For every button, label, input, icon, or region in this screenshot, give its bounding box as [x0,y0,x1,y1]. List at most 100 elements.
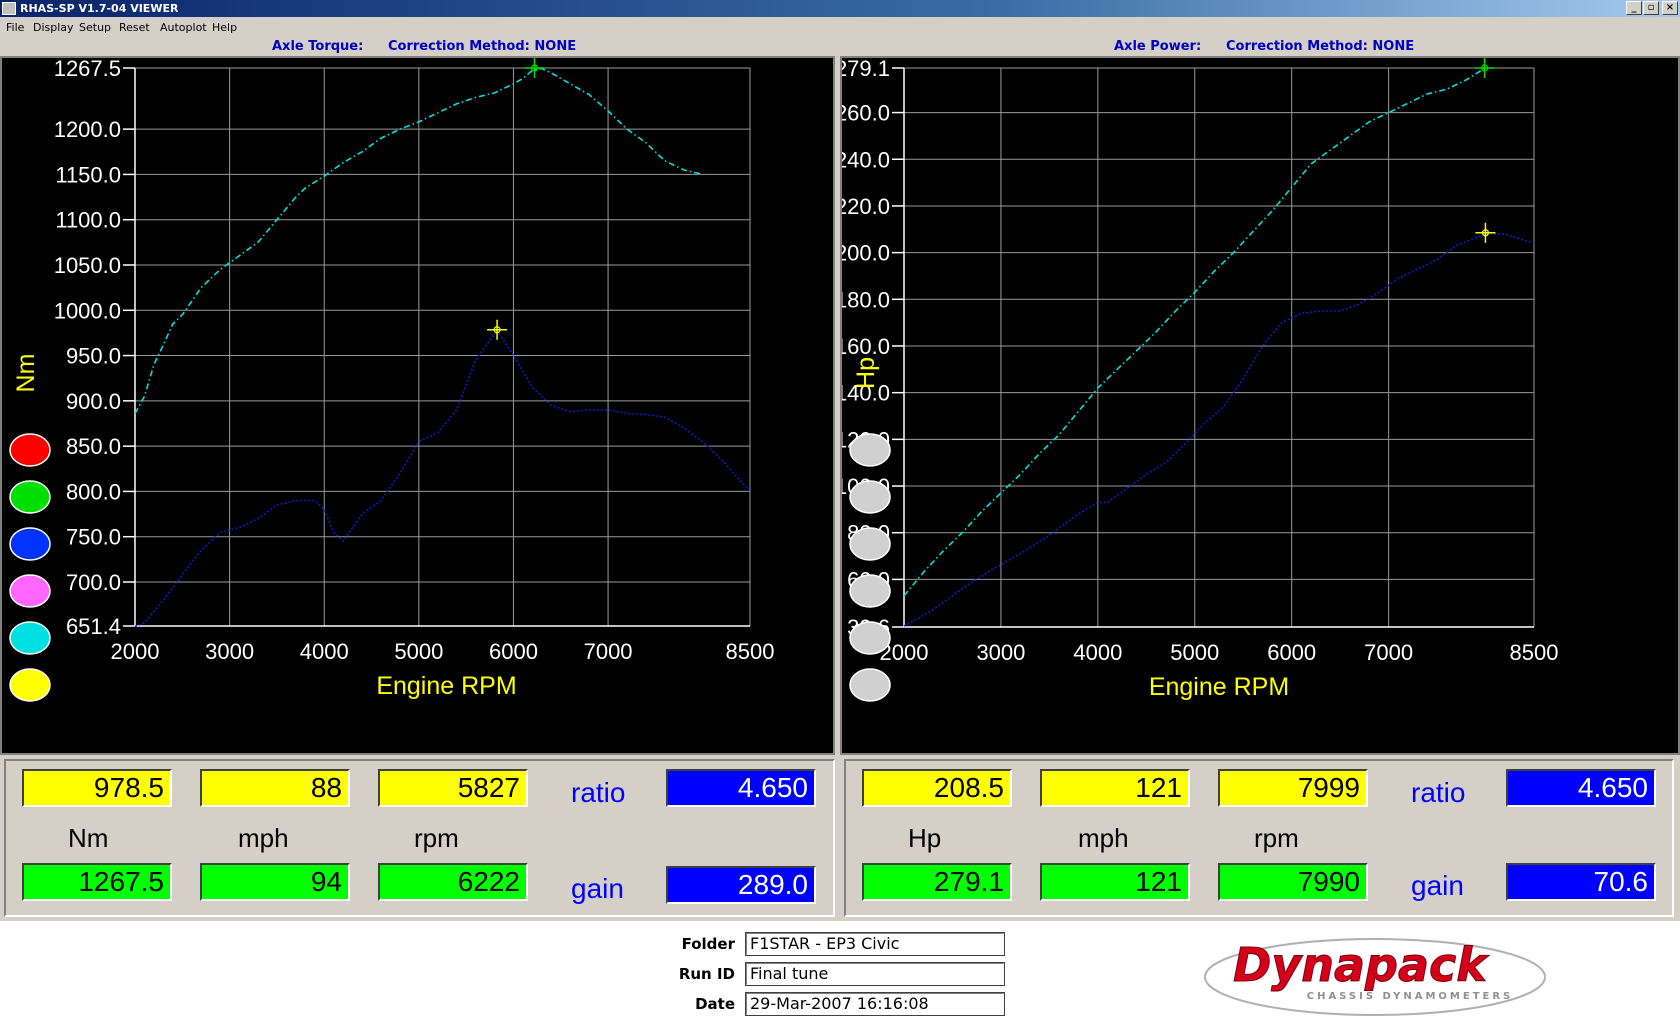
y-tick-label: 200.0 [842,241,890,266]
torque-correction-label: Correction Method: NONE [388,39,577,54]
power-mph-label: mph [1078,823,1129,853]
y-tick-label: 1150.0 [55,162,121,187]
x-tick-label: 7000 [584,639,633,664]
legend-button[interactable] [9,433,51,467]
menu-display[interactable]: Display [33,17,74,38]
x-tick-label: 7000 [1364,640,1413,665]
power-current-rpm: 7999 [1218,769,1368,807]
minimize-button[interactable]: _ [1626,1,1642,15]
menu-help[interactable]: Help [212,17,237,38]
y-tick-label: 240.0 [842,147,890,172]
y-axis-label: Hp [852,357,880,389]
legend-button[interactable] [849,527,891,561]
power-unit-label: Hp [908,823,942,853]
legend-button[interactable] [849,574,891,608]
torque-rpm-label: rpm [414,823,459,853]
x-tick-label: 5000 [1170,640,1219,665]
torque-ratio-label: ratio [571,777,626,808]
torque-current-value: 978.5 [22,769,172,807]
y-tick-label: 1000.0 [54,298,121,323]
y-tick-label: 950.0 [66,344,121,369]
x-tick-label: 4000 [300,639,349,664]
menu-bar: File Display Setup Reset Autoplot Help [0,17,1680,38]
x-tick-label: 2000 [111,639,160,664]
torque-gain-value: 289.0 [666,866,816,904]
x-tick-label: 4000 [1073,640,1122,665]
legend-button[interactable] [9,574,51,608]
x-tick-label: 3000 [976,640,1025,665]
date-field[interactable]: 29-Mar-2007 16:16:08 [745,992,1005,1016]
y-tick-label: 260.0 [842,101,890,126]
power-rpm-label: rpm [1254,823,1299,853]
legend-button[interactable] [849,433,891,467]
menu-autoplot[interactable]: Autoplot [160,17,207,38]
runid-field[interactable]: Final tune [745,962,1005,986]
legend-button[interactable] [9,668,51,702]
torque-ratio-value: 4.650 [666,769,816,807]
folder-field[interactable]: F1STAR - EP3 Civic [745,932,1005,956]
y-tick-label: 700.0 [66,570,121,595]
date-label: Date [695,995,735,1013]
y-tick-label: 1200.0 [54,117,121,142]
torque-stats-panel: 978.5 88 5827 ratio 4.650 Nm mph rpm 126… [4,759,835,917]
legend-button[interactable] [849,668,891,702]
x-axis-label: Engine RPM [376,672,516,700]
x-axis-label: Engine RPM [1149,673,1289,701]
app-icon [2,2,16,15]
power-title-label: Axle Power: [1114,39,1202,54]
y-tick-label: 160.0 [842,334,890,359]
y-tick-label: 1100.0 [55,208,121,233]
torque-peak-mph: 94 [200,863,350,901]
maximize-button[interactable]: ▫ [1643,1,1659,15]
y-tick-label: 900.0 [66,389,121,414]
y-axis-label: Nm [12,354,40,393]
power-stats-panel: 208.5 121 7999 ratio 4.650 Hp mph rpm 27… [844,759,1674,917]
y-tick-label: 1050.0 [54,253,121,278]
power-chart: 200030004000500060007000850039.660.080.0… [842,58,1559,702]
torque-current-mph: 88 [200,769,350,807]
y-tick-label: 220.0 [842,194,890,219]
torque-gain-label: gain [571,873,624,904]
power-peak-rpm: 7990 [1218,863,1368,901]
x-tick-label: 3000 [205,639,254,664]
torque-current-rpm: 5827 [378,769,528,807]
y-tick-label: 750.0 [66,525,121,550]
y-tick-label: 1267.5 [54,58,121,81]
legend-button[interactable] [849,480,891,514]
close-button[interactable]: × [1662,1,1678,15]
menu-setup[interactable]: Setup [79,17,111,38]
run-info-footer: Folder F1STAR - EP3 Civic Run ID Final t… [0,921,1680,1026]
runid-label: Run ID [678,965,735,983]
x-tick-label: 8500 [1510,640,1559,665]
power-chart-panel: 200030004000500060007000850039.660.080.0… [840,56,1680,755]
logo-brand-text: Dynapack [1233,938,1489,992]
x-tick-label: 5000 [394,639,443,664]
x-tick-label: 8500 [726,639,775,664]
legend-button[interactable] [9,621,51,655]
power-current-value: 208.5 [862,769,1012,807]
torque-mph-label: mph [238,823,289,853]
y-tick-label: 279.1 [842,58,890,81]
y-tick-label: 651.4 [66,614,121,639]
power-peak-mph: 121 [1040,863,1190,901]
menu-reset[interactable]: Reset [119,17,150,38]
y-tick-label: 800.0 [66,479,121,504]
x-tick-label: 6000 [1267,640,1316,665]
menu-file[interactable]: File [6,17,24,38]
power-ratio-value: 4.650 [1506,769,1656,807]
legend-button[interactable] [9,527,51,561]
torque-peak-rpm: 6222 [378,863,528,901]
folder-label: Folder [681,935,735,953]
legend-button[interactable] [849,621,891,655]
power-peak-value: 279.1 [862,863,1012,901]
torque-title-label: Axle Torque: [272,39,364,54]
x-tick-label: 6000 [489,639,538,664]
window-title: RHAS-SP V1.7-04 VIEWER [20,2,179,15]
legend-button[interactable] [9,480,51,514]
series-line [903,233,1535,627]
title-bar: RHAS-SP V1.7-04 VIEWER _ ▫ × [0,0,1680,17]
power-ratio-label: ratio [1411,777,1466,808]
power-gain-label: gain [1411,870,1464,901]
y-tick-label: 850.0 [66,434,121,459]
torque-chart-panel: 2000 3000 4000 5000 6000 7000 8500 651.4 700.0 75… [0,56,835,755]
